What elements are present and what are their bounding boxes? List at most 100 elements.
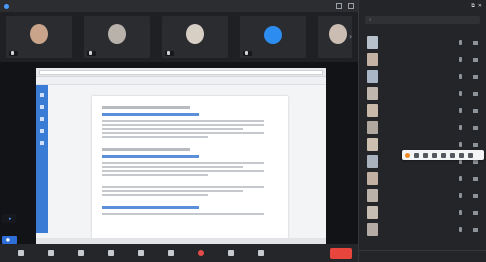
participant-video	[108, 24, 126, 44]
video-button[interactable]	[36, 245, 66, 261]
video-icon[interactable]	[473, 210, 478, 215]
avatar	[367, 223, 378, 236]
avatar	[367, 189, 378, 202]
close-icon[interactable]	[348, 3, 354, 9]
share-button[interactable]	[156, 245, 186, 261]
unmute-all-button[interactable]	[401, 251, 443, 262]
text-icon[interactable]	[441, 152, 446, 158]
more-button[interactable]	[246, 245, 276, 261]
mute-button[interactable]	[6, 245, 36, 261]
avatar	[367, 121, 378, 134]
doc-heading	[102, 148, 190, 151]
record-button[interactable]	[186, 245, 216, 261]
mic-icon[interactable]	[459, 125, 462, 130]
undo-icon[interactable]	[459, 152, 464, 158]
mic-icon[interactable]	[459, 227, 462, 232]
member-row[interactable]	[359, 34, 486, 51]
mic-icon[interactable]	[459, 108, 462, 113]
video-icon	[48, 249, 54, 256]
mic-icon	[89, 50, 92, 55]
video-icon[interactable]	[473, 142, 478, 147]
address-bar	[39, 69, 323, 75]
save-icon[interactable]	[468, 152, 473, 158]
member-row[interactable]	[359, 221, 486, 238]
panel-footer	[359, 250, 486, 262]
video-tile[interactable]	[162, 16, 228, 58]
shield-icon	[78, 249, 84, 256]
mute-all-button[interactable]	[359, 251, 401, 262]
panel-header: ⧉ ✕	[359, 0, 486, 12]
video-tile[interactable]	[318, 16, 352, 58]
video-icon[interactable]	[473, 57, 478, 62]
shared-screen-stage	[0, 62, 358, 244]
video-tile[interactable]	[6, 16, 72, 58]
member-row[interactable]	[359, 187, 486, 204]
mic-icon[interactable]	[459, 142, 462, 147]
avatar	[367, 87, 378, 100]
mic-icon	[11, 50, 14, 55]
video-tile[interactable]	[84, 16, 150, 58]
apps-button[interactable]	[216, 245, 246, 261]
video-tile[interactable]	[240, 16, 306, 58]
member-row[interactable]	[359, 51, 486, 68]
chevron-right-icon[interactable]: ›	[349, 32, 355, 42]
mic-icon[interactable]	[459, 210, 462, 215]
mic-icon	[167, 50, 170, 55]
video-icon[interactable]	[473, 74, 478, 79]
annotation-toolbar	[402, 150, 484, 160]
participants-panel: ⧉ ✕ ⌕	[358, 0, 486, 262]
video-icon[interactable]	[473, 227, 478, 232]
meeting-window: › ▸ ● ⧉ ✕ ⌕	[0, 0, 486, 262]
mic-icon[interactable]	[459, 176, 462, 181]
video-icon[interactable]	[473, 159, 478, 164]
meeting-info-icon[interactable]	[4, 3, 9, 9]
video-icon[interactable]	[473, 193, 478, 198]
mic-icon[interactable]	[459, 74, 462, 79]
member-row[interactable]	[359, 68, 486, 85]
participant-video	[329, 24, 348, 44]
eraser-icon[interactable]	[423, 152, 428, 158]
member-row[interactable]	[359, 102, 486, 119]
minimize-icon[interactable]	[336, 3, 342, 9]
member-row[interactable]	[359, 204, 486, 221]
pen-icon[interactable]	[414, 152, 419, 158]
member-row[interactable]	[359, 119, 486, 136]
member-search-input[interactable]: ⌕	[365, 16, 480, 24]
video-icon[interactable]	[473, 176, 478, 181]
more-options-button[interactable]	[444, 251, 486, 262]
rectangle-icon[interactable]	[450, 152, 455, 158]
chat-button[interactable]	[126, 245, 156, 261]
mic-icon[interactable]	[459, 193, 462, 198]
arrow-icon[interactable]	[432, 152, 437, 158]
title-bar	[0, 0, 358, 12]
video-icon[interactable]	[473, 91, 478, 96]
members-button[interactable]	[96, 245, 126, 261]
leave-button[interactable]	[330, 247, 352, 259]
video-icon[interactable]	[473, 108, 478, 113]
security-button[interactable]	[66, 245, 96, 261]
shared-screen	[36, 68, 326, 244]
editor-sidebar	[36, 85, 48, 233]
mic-icon[interactable]	[459, 40, 462, 45]
chevron-icon: ▸	[9, 215, 12, 222]
close-panel-icon[interactable]: ✕	[478, 3, 482, 9]
share-icon	[168, 249, 174, 256]
doc-heading	[102, 106, 190, 109]
subtitle-chip[interactable]: ▸	[2, 214, 16, 223]
annotation-color-icon[interactable]	[405, 152, 410, 158]
video-icon[interactable]	[473, 125, 478, 130]
doc-heading	[102, 206, 199, 209]
mic-icon[interactable]	[459, 91, 462, 96]
popout-icon[interactable]: ⧉	[471, 3, 475, 9]
participant-video	[30, 24, 48, 44]
avatar	[367, 172, 378, 185]
apps-icon	[228, 249, 234, 256]
avatar	[367, 70, 378, 83]
member-row[interactable]	[359, 170, 486, 187]
mic-icon[interactable]	[459, 57, 462, 62]
member-row[interactable]	[359, 85, 486, 102]
participant-video	[186, 24, 204, 44]
member-list	[359, 34, 486, 238]
doc-heading	[102, 155, 199, 158]
video-icon[interactable]	[473, 40, 478, 45]
